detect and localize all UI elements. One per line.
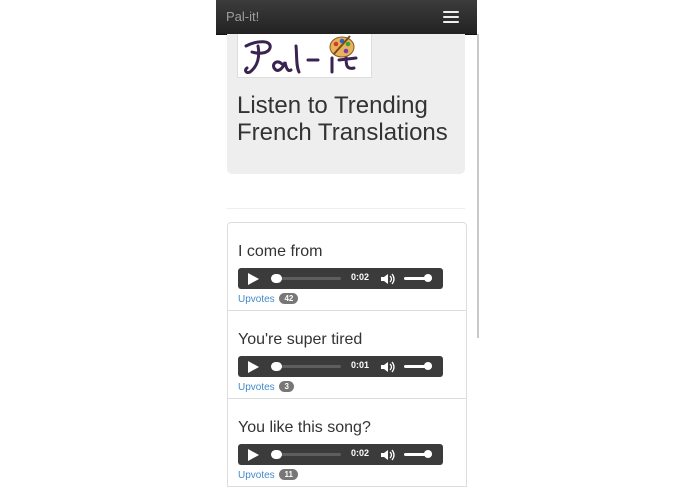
play-icon[interactable] [248,273,259,285]
audio-player[interactable]: 0:01 [238,356,443,377]
time-readout: 0:02 [351,448,370,458]
scrollbar[interactable] [477,34,479,338]
navbar: Pal-it! [216,0,477,35]
volume-handle[interactable] [424,450,432,458]
divider [227,208,465,209]
audio-player[interactable]: 0:02 [238,444,443,465]
upvote-count-badge: 42 [279,293,299,304]
play-icon[interactable] [248,361,259,373]
upvote-link[interactable]: Upvotes 42 [238,293,299,305]
upvote-label: Upvotes [238,382,275,393]
page-title: Listen to Trending French Translations [237,92,448,146]
mobile-viewport: Pal-it! Listen to Trending French Transl… [216,0,477,494]
logo [237,34,372,78]
list-item: You're super tired 0:01 Upvotes 3 [228,311,466,399]
list-item: I come from 0:02 Upvotes 42 [228,223,466,311]
jumbotron: Listen to Trending French Translations [227,34,465,174]
phrase-title: I come from [238,243,323,260]
brand-link[interactable]: Pal-it! [226,9,259,24]
speaker-icon[interactable] [380,361,396,373]
list-item: You like this song? 0:02 Upvotes 11 [228,399,466,487]
upvote-label: Upvotes [238,294,275,305]
volume-handle[interactable] [424,274,432,282]
seek-handle[interactable] [271,450,282,459]
volume-handle[interactable] [424,362,432,370]
time-readout: 0:01 [351,360,370,370]
upvote-count-badge: 3 [279,381,294,392]
upvote-link[interactable]: Upvotes 3 [238,381,294,393]
phrase-title: You like this song? [238,419,371,436]
upvote-count-badge: 11 [279,469,298,480]
phrase-title: You're super tired [238,331,363,348]
seek-handle[interactable] [271,274,282,283]
upvote-label: Upvotes [238,470,275,481]
speaker-icon[interactable] [380,449,396,461]
speaker-icon[interactable] [380,273,396,285]
time-readout: 0:02 [351,272,370,282]
seek-handle[interactable] [271,362,282,371]
audio-player[interactable]: 0:02 [238,268,443,289]
play-icon[interactable] [248,449,259,461]
upvote-link[interactable]: Upvotes 11 [238,469,298,481]
hamburger-icon[interactable] [443,11,459,23]
translation-list: I come from 0:02 Upvotes 42 You're super… [227,222,467,487]
